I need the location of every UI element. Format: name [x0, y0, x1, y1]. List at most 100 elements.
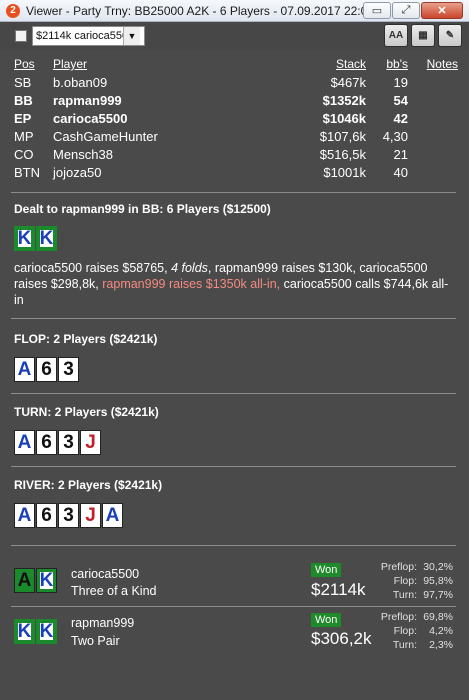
header-stack[interactable]: Stack	[336, 57, 366, 71]
result-cards: AK	[14, 568, 57, 593]
odds-value: 2,3%	[429, 639, 453, 651]
playing-card: A	[14, 430, 35, 455]
player-name: CashGameHunter	[53, 129, 158, 144]
header-player[interactable]: Player	[53, 57, 87, 71]
player-bbs: 4,30	[382, 129, 408, 144]
playing-card: 6	[36, 503, 57, 528]
player-stack: $516,5k	[319, 147, 366, 162]
player-name: Mensch38	[53, 147, 113, 162]
table-row[interactable]: EP carioca5500 $1046k 42	[14, 110, 458, 128]
player-name: carioca5500	[53, 111, 128, 126]
result-amount: $306,2k	[311, 629, 372, 648]
playing-card: K	[36, 226, 57, 251]
player-name: jojoza50	[53, 165, 102, 180]
odds-label: Flop:	[393, 625, 417, 637]
player-position: MP	[14, 129, 34, 144]
playing-card: J	[80, 430, 101, 455]
header-bbs[interactable]: bb's	[386, 57, 408, 71]
player-bbs: 19	[393, 75, 408, 90]
turn-title: TURN: 2 Players ($2421k)	[14, 405, 159, 419]
player-bbs: 42	[393, 111, 408, 126]
odds-value: 69,8%	[423, 611, 453, 623]
turn-cards: A63J	[14, 430, 101, 455]
hero-action: rapman999 raises $1350k all-in,	[102, 277, 281, 291]
card-style-button[interactable]: AA	[384, 24, 408, 47]
equity-odds: Preflop: 69,8% Flop: 4,2% Turn: 2,3%	[371, 611, 453, 653]
action-folds: 4 folds	[171, 261, 208, 275]
result-amount: $2114k	[311, 580, 366, 599]
players-table: Pos Player Stack bb's Notes SB b.oban09 $4…	[14, 56, 458, 182]
table-header: Pos Player Stack bb's Notes	[14, 56, 458, 74]
hand-selector[interactable]: $2114k carioca5500 ▼	[32, 26, 145, 46]
player-stack: $1352k	[322, 93, 366, 108]
playing-card: A	[14, 568, 35, 593]
result-player: rapman999	[71, 616, 135, 630]
odds-label: Turn:	[392, 589, 417, 601]
playing-card: 3	[58, 503, 79, 528]
player-stack: $467k	[330, 75, 366, 90]
result-hand: Two Pair	[71, 634, 120, 648]
odds-label: Preflop:	[380, 561, 417, 573]
odds-value: 30,2%	[423, 561, 453, 573]
result-player: carioca5500	[71, 567, 140, 581]
toolbar: $2114k carioca5500 ▼ AA ▦ ✎	[0, 22, 469, 50]
close-button[interactable]: ✕	[421, 2, 463, 19]
header-pos[interactable]: Pos	[14, 57, 35, 71]
won-badge: Won	[311, 613, 342, 627]
chevron-down-icon[interactable]: ▼	[123, 27, 140, 45]
minimize-button[interactable]: ▭	[363, 2, 391, 19]
result-cards: KK	[14, 619, 57, 644]
divider	[11, 393, 456, 394]
hand-selector-value: $2114k carioca5500	[36, 30, 123, 42]
playing-card: K	[36, 568, 57, 593]
odds-label: Turn:	[392, 639, 417, 651]
playing-card: 3	[58, 430, 79, 455]
player-stack: $1001k	[323, 165, 366, 180]
pencil-icon[interactable]: ✎	[438, 24, 462, 47]
player-name: b.oban09	[53, 75, 108, 90]
playing-card: 6	[36, 357, 57, 382]
player-stack: $107,6k	[319, 129, 366, 144]
flop-title: FLOP: 2 Players ($2421k)	[14, 332, 158, 346]
odds-label: Preflop:	[380, 611, 417, 623]
window-controls: ▭ ⤢ ✕	[363, 2, 463, 19]
window-title: Viewer - Party Trny: BB25000 A2K - 6 Pla…	[26, 3, 374, 18]
odds-label: Flop:	[393, 575, 417, 587]
playing-card: K	[36, 619, 57, 644]
grid-icon[interactable]: ▦	[411, 24, 435, 47]
table-row[interactable]: MP CashGameHunter $107,6k 4,30	[14, 128, 458, 146]
flop-cards: A63	[14, 357, 79, 382]
table-row[interactable]: SB b.oban09 $467k 19	[14, 74, 458, 92]
equity-odds: Preflop: 30,2% Flop: 95,8% Turn: 97,7%	[371, 561, 453, 603]
playing-card: J	[80, 503, 101, 528]
table-row[interactable]: BB rapman999 $1352k 54	[14, 92, 458, 110]
preflop-action: carioca5500 raises $58765, 4 folds, rapm…	[14, 260, 454, 308]
river-title: RIVER: 2 Players ($2421k)	[14, 478, 163, 492]
player-stack: $1046k	[322, 111, 366, 126]
player-position: CO	[14, 147, 34, 162]
table-row[interactable]: CO Mensch38 $516,5k 21	[14, 146, 458, 164]
playing-card: A	[102, 503, 123, 528]
player-bbs: 54	[393, 93, 408, 108]
divider	[11, 545, 456, 546]
player-name: rapman999	[53, 93, 122, 108]
hole-cards: KK	[14, 226, 57, 251]
maximize-button[interactable]: ⤢	[392, 2, 420, 19]
action-text: carioca5500 raises $58765,	[14, 261, 172, 275]
divider	[11, 192, 456, 193]
header-notes[interactable]: Notes	[427, 57, 458, 71]
select-checkbox[interactable]	[15, 30, 27, 42]
preflop-title: Dealt to rapman999 in BB: 6 Players ($12…	[14, 202, 271, 216]
playing-card: A	[14, 503, 35, 528]
playing-card: 3	[58, 357, 79, 382]
divider	[11, 606, 456, 607]
playing-card: K	[14, 226, 35, 251]
playing-card: 6	[36, 430, 57, 455]
divider	[11, 466, 456, 467]
app-icon: 2	[6, 3, 20, 18]
playing-card: A	[14, 357, 35, 382]
river-cards: A63JA	[14, 503, 123, 528]
won-badge: Won	[311, 563, 342, 577]
player-bbs: 21	[393, 147, 408, 162]
table-row[interactable]: BTN jojoza50 $1001k 40	[14, 164, 458, 182]
